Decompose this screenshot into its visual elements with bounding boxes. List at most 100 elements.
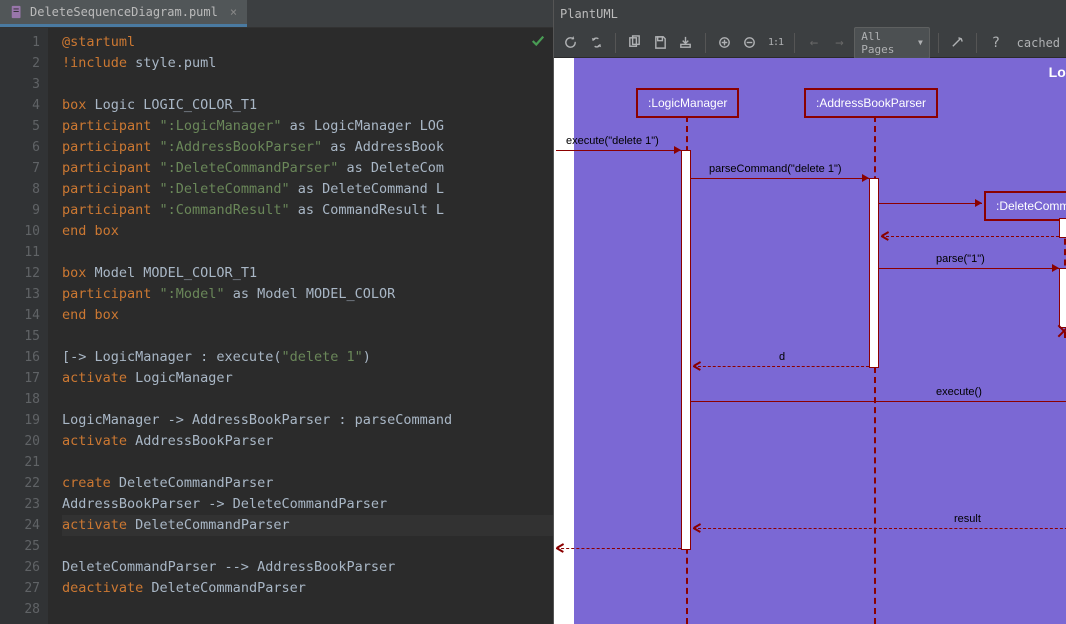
- code-line[interactable]: box Model MODEL_COLOR_T1: [62, 263, 553, 284]
- arrowhead-icon: [1052, 264, 1059, 272]
- arrowhead-icon: [693, 365, 701, 366]
- zoom-in-button[interactable]: [714, 31, 736, 55]
- separator: [705, 33, 706, 53]
- code-line[interactable]: activate AddressBookParser: [62, 431, 553, 452]
- line-number: 27: [0, 578, 40, 599]
- diagram-viewport[interactable]: Logic :LogicManager :AddressBookParser :…: [554, 58, 1066, 624]
- code-line[interactable]: participant ":DeleteCommand" as DeleteCo…: [62, 179, 553, 200]
- arrowhead-icon: [975, 199, 982, 207]
- arrowhead-icon: [881, 235, 889, 236]
- line-number: 28: [0, 599, 40, 620]
- msg-d: d: [779, 351, 785, 363]
- code-line[interactable]: participant ":CommandResult" as CommandR…: [62, 200, 553, 221]
- code-line[interactable]: [62, 389, 553, 410]
- participant-logicmanager: :LogicManager: [636, 88, 739, 118]
- line-number: 14: [0, 305, 40, 326]
- code-line[interactable]: participant ":Model" as Model MODEL_COLO…: [62, 284, 553, 305]
- line-number: 3: [0, 74, 40, 95]
- editor-area[interactable]: 1234567891011121314151617181920212223242…: [0, 28, 553, 624]
- line-number: 8: [0, 179, 40, 200]
- activation-bar: [1059, 218, 1066, 238]
- code-line[interactable]: LogicManager -> AddressBookParser : pars…: [62, 410, 553, 431]
- code-content[interactable]: @startuml!include style.puml box Logic LO…: [48, 28, 553, 624]
- code-line[interactable]: [62, 242, 553, 263]
- code-line[interactable]: DeleteCommandParser --> AddressBookParse…: [62, 557, 553, 578]
- code-line[interactable]: activate DeleteCommandParser: [62, 515, 553, 536]
- code-line[interactable]: [62, 326, 553, 347]
- arrowhead-icon: [693, 527, 701, 528]
- code-line[interactable]: [-> LogicManager : execute("delete 1"): [62, 347, 553, 368]
- status-indicator-icon: [531, 34, 545, 48]
- settings-button[interactable]: [947, 31, 969, 55]
- line-number: 12: [0, 263, 40, 284]
- arrow: [556, 150, 681, 151]
- code-line[interactable]: [62, 536, 553, 557]
- participant-deletecommandparser: :DeleteComma: [984, 191, 1066, 221]
- line-number: 15: [0, 326, 40, 347]
- line-number: 7: [0, 158, 40, 179]
- line-number: 17: [0, 368, 40, 389]
- code-line[interactable]: @startuml: [62, 32, 553, 53]
- msg-execute: execute("delete 1"): [566, 135, 659, 147]
- code-line[interactable]: box Logic LOGIC_COLOR_T1: [62, 95, 553, 116]
- separator: [794, 33, 795, 53]
- code-line[interactable]: [62, 452, 553, 473]
- pages-selector[interactable]: All Pages▼: [854, 27, 929, 59]
- code-line[interactable]: create DeleteCommandParser: [62, 473, 553, 494]
- line-number: 4: [0, 95, 40, 116]
- line-number: 10: [0, 221, 40, 242]
- help-button[interactable]: ?: [985, 31, 1007, 55]
- zoom-out-button[interactable]: [739, 31, 761, 55]
- arrow: [693, 528, 1066, 529]
- arrowhead-icon: [862, 174, 869, 182]
- code-line[interactable]: participant ":AddressBookParser" as Addr…: [62, 137, 553, 158]
- file-tab[interactable]: DeleteSequenceDiagram.puml ×: [0, 0, 247, 27]
- arrow: [881, 236, 1059, 237]
- line-number: 26: [0, 557, 40, 578]
- preview-toolbar: 1:1 ← → All Pages▼ ? cached: [554, 28, 1066, 58]
- next-button[interactable]: →: [829, 31, 851, 55]
- code-line[interactable]: [62, 599, 553, 620]
- separator: [615, 33, 616, 53]
- box-label: Logic: [1049, 64, 1066, 80]
- line-number: 16: [0, 347, 40, 368]
- export-button[interactable]: [675, 31, 697, 55]
- preview-panel: PlantUML 1:1 ← → All Pages▼ ? cached Log…: [553, 0, 1066, 624]
- code-line[interactable]: [62, 74, 553, 95]
- code-line[interactable]: !include style.puml: [62, 53, 553, 74]
- cache-status: cached: [1017, 36, 1060, 50]
- code-line[interactable]: deactivate DeleteCommandParser: [62, 578, 553, 599]
- line-number: 5: [0, 116, 40, 137]
- tab-filename: DeleteSequenceDiagram.puml: [30, 5, 218, 19]
- arrow: [879, 268, 1059, 269]
- zoom-actual-button[interactable]: 1:1: [765, 31, 787, 55]
- separator: [976, 33, 977, 53]
- separator: [938, 33, 939, 53]
- file-icon: [10, 5, 24, 19]
- arrowhead-icon: [674, 146, 681, 154]
- msg-result: result: [954, 513, 981, 525]
- code-line[interactable]: activate LogicManager: [62, 368, 553, 389]
- save-button[interactable]: [650, 31, 672, 55]
- sync-button[interactable]: [586, 31, 608, 55]
- destroy-icon: [1056, 323, 1066, 339]
- line-gutter: 1234567891011121314151617181920212223242…: [0, 28, 48, 624]
- close-icon[interactable]: ×: [230, 5, 237, 19]
- arrow: [693, 366, 869, 367]
- activation-bar: [869, 178, 879, 368]
- copy-button[interactable]: [624, 31, 646, 55]
- prev-button[interactable]: ←: [803, 31, 825, 55]
- refresh-button[interactable]: [560, 31, 582, 55]
- line-number: 6: [0, 137, 40, 158]
- code-line[interactable]: end box: [62, 221, 553, 242]
- code-line[interactable]: end box: [62, 305, 553, 326]
- code-line[interactable]: AddressBookParser -> DeleteCommandParser: [62, 494, 553, 515]
- line-number: 23: [0, 494, 40, 515]
- line-number: 18: [0, 389, 40, 410]
- code-line[interactable]: participant ":LogicManager" as LogicMana…: [62, 116, 553, 137]
- msg-execute2: execute(): [936, 386, 982, 398]
- code-line[interactable]: participant ":DeleteCommandParser" as De…: [62, 158, 553, 179]
- line-number: 1: [0, 32, 40, 53]
- arrow: [556, 548, 681, 549]
- diagram-canvas: Logic :LogicManager :AddressBookParser :…: [574, 58, 1066, 624]
